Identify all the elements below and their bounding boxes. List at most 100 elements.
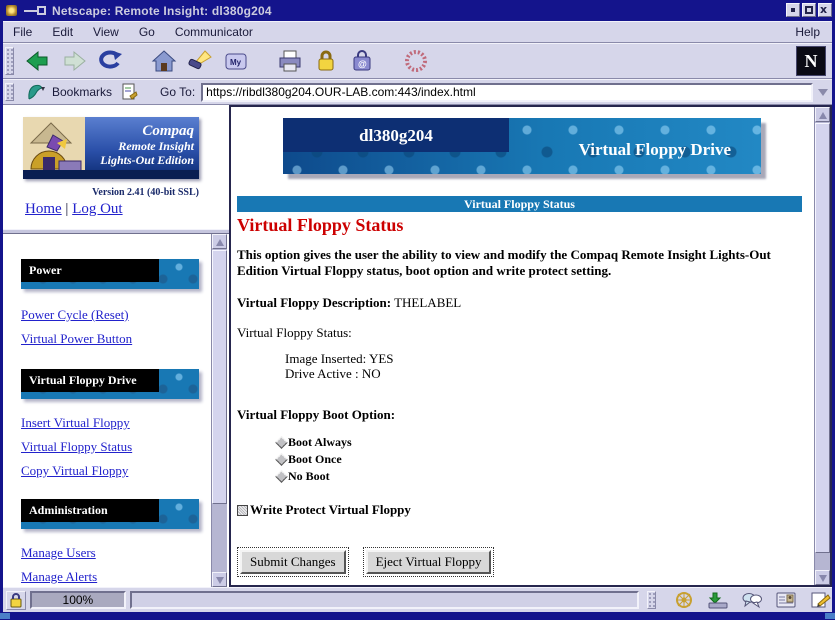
page-title: Virtual Floppy Status [237,215,403,236]
menu-file[interactable]: File [3,22,42,42]
main-content-frame: dl380g204 Virtual Floppy Drive Virtual F… [229,105,832,587]
radio-icon[interactable] [275,436,288,449]
submit-changes-button[interactable]: Submit Changes [237,547,349,577]
sidebar-scroll-up-icon[interactable] [212,234,227,249]
boot-option-label: Virtual Floppy Boot Option: [237,407,395,423]
toolbar-grippy[interactable] [5,47,14,75]
menu-edit[interactable]: Edit [42,22,83,42]
description-label: Virtual Floppy Description: [237,295,391,310]
url-input[interactable] [201,83,813,102]
eject-virtual-floppy-button[interactable]: Eject Virtual Floppy [363,547,495,577]
section-title-administration: Administration [21,499,159,522]
menu-communicator[interactable]: Communicator [165,22,263,42]
resize-corner-right[interactable] [825,613,835,619]
stop-icon[interactable] [402,47,430,75]
security-icon[interactable] [312,47,340,75]
sidebar-link-manage-alerts[interactable]: Manage Alerts [21,569,206,585]
sidebar-link-manage-users[interactable]: Manage Users [21,545,206,561]
print-icon[interactable] [276,47,304,75]
sidebar-scrollbar[interactable] [211,234,227,587]
mailbox-icon[interactable] [706,591,730,609]
sidebar-link-power-cycle[interactable]: Power Cycle (Reset) [21,307,206,323]
page-banner: dl380g204 Virtual Floppy Drive [283,118,761,174]
locbar-grippy[interactable] [5,83,14,101]
menu-go[interactable]: Go [129,22,165,42]
netscape-logo[interactable]: N [796,46,826,76]
svg-text:@: @ [358,59,367,69]
section-bar: Virtual Floppy Status [237,196,802,212]
maximize-button[interactable] [802,3,816,17]
menu-help[interactable]: Help [783,22,832,42]
radio-icon[interactable] [275,470,288,483]
my-netscape-icon[interactable]: My [222,47,250,75]
brand-name: Compaq [100,123,194,140]
home-icon[interactable] [150,47,178,75]
logout-link[interactable]: Log Out [72,201,122,217]
status-label: Virtual Floppy Status: [237,325,352,341]
window-menu-icon[interactable] [24,6,46,16]
window-title: Netscape: Remote Insight: dl380g204 [52,4,272,18]
radio-icon[interactable] [275,453,288,466]
main-scroll-thumb[interactable] [815,123,830,553]
status-message-field [130,591,639,609]
location-bar: Bookmarks Go To: [3,79,832,105]
main-scrollbar[interactable] [814,107,830,585]
composer-icon[interactable] [808,591,832,609]
sidebar-link-copy-virtual-floppy[interactable]: Copy Virtual Floppy [21,463,206,479]
brand-edition: Lights-Out Edition [100,154,194,168]
section-title-virtual-floppy: Virtual Floppy Drive [21,369,159,392]
main-scroll-up-icon[interactable] [815,107,830,122]
sidebar-link-virtual-floppy-status[interactable]: Virtual Floppy Status [21,439,206,455]
sidebar-link-insert-virtual-floppy[interactable]: Insert Virtual Floppy [21,415,206,431]
goto-label: Go To: [160,85,195,99]
section-title-power: Power [21,259,159,282]
server-name: dl380g204 [283,118,509,152]
menubar: File Edit View Go Communicator Help [3,21,832,43]
window-border-left [0,0,3,620]
brand-text: Compaq Remote Insight Lights-Out Edition [100,123,194,168]
status-line-image-inserted: Image Inserted: YES [285,352,394,367]
radio-no-boot[interactable]: No Boot [277,469,330,484]
titlebar: Netscape: Remote Insight: dl380g204 x [0,0,835,21]
netscape-window: Netscape: Remote Insight: dl380g204 x Fi… [0,0,835,620]
search-icon[interactable] [186,47,214,75]
status-line-drive-active: Drive Active : NO [285,367,394,382]
security-lock-icon[interactable] [6,591,26,610]
address-book-icon[interactable] [774,591,798,609]
bookmarks-icon[interactable] [24,82,48,102]
section-header-power: Power [21,259,199,289]
back-icon[interactable] [24,47,52,75]
component-bar [672,591,832,609]
main-scroll-down-icon[interactable] [815,570,830,585]
home-link[interactable]: Home [25,201,62,217]
radio-boot-always[interactable]: Boot Always [277,435,352,450]
sidebar-link-virtual-power-button[interactable]: Virtual Power Button [21,331,206,347]
navigation-toolbar: My @ N [3,43,832,79]
navigator-icon[interactable] [672,591,696,609]
brand-product: Remote Insight [100,140,194,154]
sidebar-scroll-thumb[interactable] [212,250,227,504]
home-logout-separator: | [65,201,68,217]
page-proxy-icon[interactable] [116,82,142,102]
progress-indicator: 100% [30,591,126,609]
taskbar-grippy[interactable] [647,591,656,609]
resize-corner-left[interactable] [0,613,10,619]
radio-boot-once[interactable]: Boot Once [277,452,342,467]
url-history-dropdown-icon[interactable] [818,89,828,96]
sidebar-nav-frame: Power Power Cycle (Reset) Virtual Power … [3,234,229,587]
netscape-flag-icon [6,4,21,17]
forward-icon[interactable] [60,47,88,75]
close-button[interactable]: x [818,3,832,17]
section-header-virtual-floppy: Virtual Floppy Drive [21,369,199,399]
radio-label: Boot Always [288,435,352,450]
window-border-bottom [0,612,835,620]
checkbox-icon[interactable] [237,505,248,516]
write-protect-checkbox-row[interactable]: Write Protect Virtual Floppy [237,502,411,518]
reload-icon[interactable] [96,47,124,75]
sidebar-scroll-down-icon[interactable] [212,572,227,587]
minimize-button[interactable] [786,3,800,17]
menu-view[interactable]: View [83,22,129,42]
shop-icon[interactable]: @ [348,47,376,75]
discussions-icon[interactable] [740,591,764,609]
bookmarks-label[interactable]: Bookmarks [52,85,112,99]
